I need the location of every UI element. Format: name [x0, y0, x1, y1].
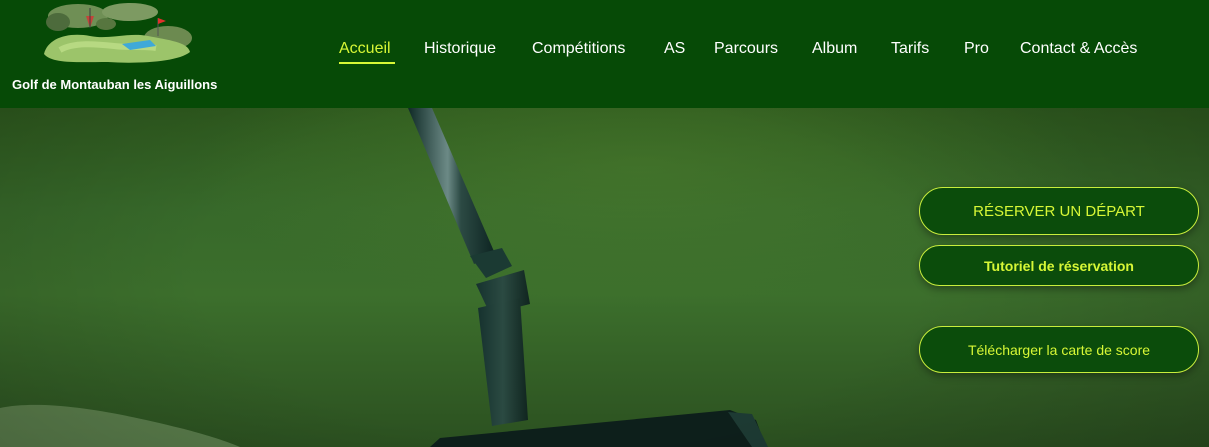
nav-item-album[interactable]: Album [812, 40, 857, 58]
reserve-tee-time-button[interactable]: RÉSERVER UN DÉPART [919, 187, 1199, 235]
nav-item-tarifs[interactable]: Tarifs [891, 40, 929, 58]
download-scorecard-button[interactable]: Télécharger la carte de score [919, 326, 1199, 373]
booking-tutorial-button[interactable]: Tutoriel de réservation [919, 245, 1199, 286]
nav-item-as[interactable]: AS [664, 40, 685, 58]
active-nav-underline [339, 62, 395, 64]
site-title[interactable]: Golf de Montauban les Aiguillons [12, 77, 217, 92]
site-header: Golf de Montauban les Aiguillons Accueil… [0, 0, 1209, 108]
nav-item-historique[interactable]: Historique [424, 40, 496, 58]
golf-course-logo-icon[interactable] [38, 2, 194, 66]
nav-item-parcours[interactable]: Parcours [714, 40, 778, 58]
nav-item-contact-acces[interactable]: Contact & Accès [1020, 40, 1137, 58]
nav-item-competitions[interactable]: Compétitions [532, 40, 625, 58]
nav-item-accueil[interactable]: Accueil [339, 40, 391, 58]
nav-item-pro[interactable]: Pro [964, 40, 989, 58]
